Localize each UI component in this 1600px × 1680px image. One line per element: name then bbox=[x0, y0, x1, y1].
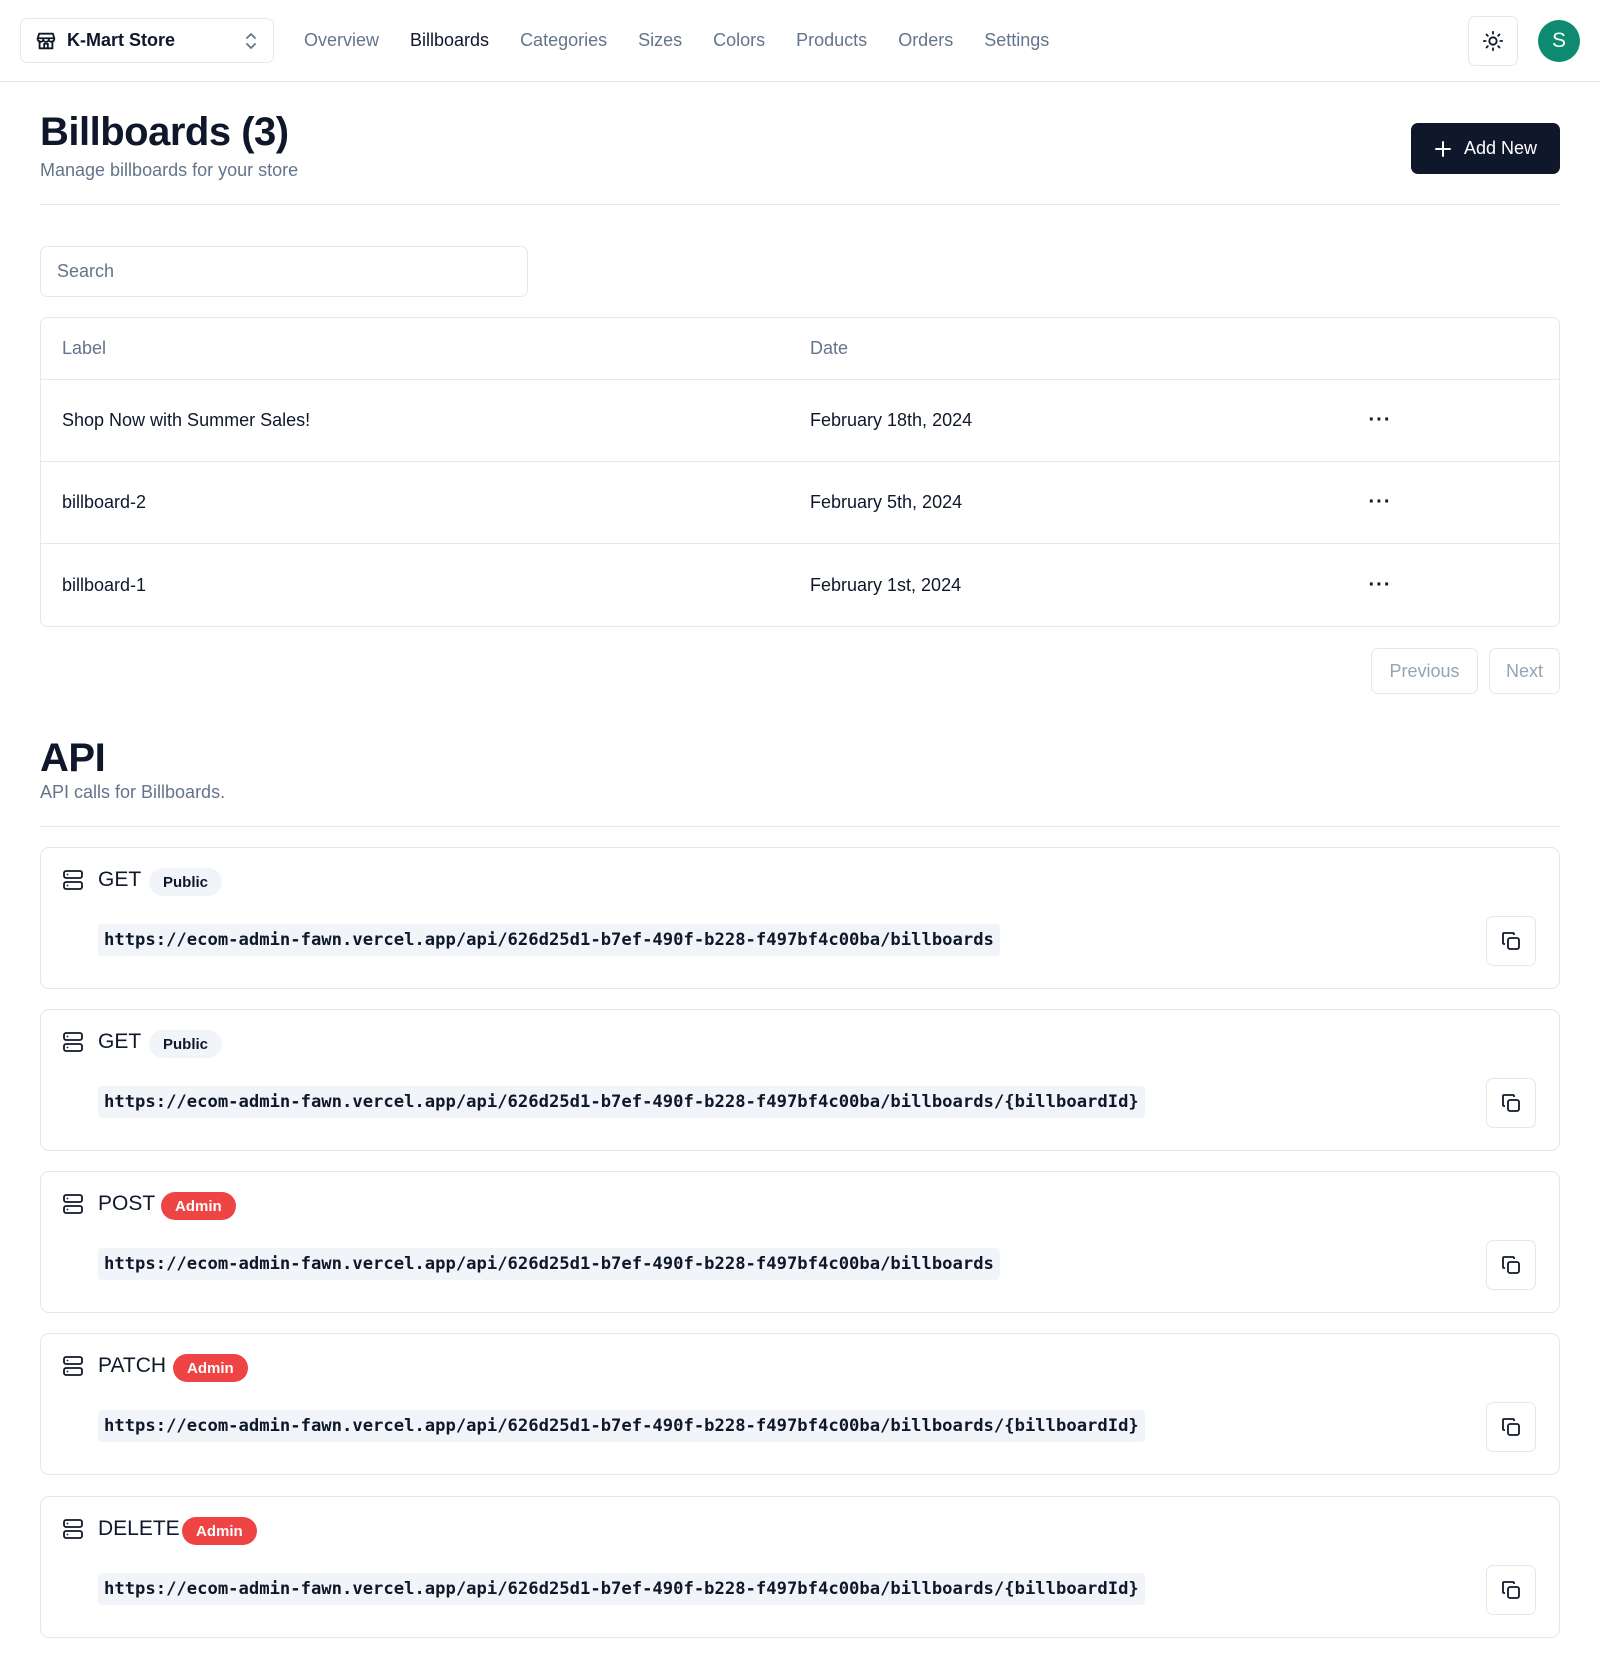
api-alert-card: POST Admin https://ecom-admin-fawn.verce… bbox=[40, 1171, 1560, 1313]
nav-overview[interactable]: Overview bbox=[304, 26, 379, 54]
divider bbox=[40, 204, 1560, 205]
server-icon bbox=[63, 1519, 83, 1539]
copy-icon bbox=[1502, 1418, 1520, 1436]
row-label: Shop Now with Summer Sales! bbox=[62, 410, 311, 430]
access-badge: Admin bbox=[173, 1354, 248, 1382]
access-badge: Admin bbox=[182, 1517, 257, 1545]
copy-button[interactable] bbox=[1486, 1402, 1536, 1452]
row-label: billboard-2 bbox=[62, 492, 147, 512]
column-header-date[interactable]: Date bbox=[810, 338, 1360, 359]
row-label: billboard-1 bbox=[62, 574, 147, 595]
server-icon bbox=[63, 870, 83, 890]
search-input[interactable] bbox=[40, 246, 528, 297]
page-description: Manage billboards for your store bbox=[40, 160, 299, 180]
access-badge: Public bbox=[149, 868, 223, 896]
next-page-button[interactable]: Next bbox=[1489, 648, 1560, 694]
nav-billboards[interactable]: Billboards bbox=[410, 26, 489, 54]
http-method: DELETE bbox=[98, 1517, 180, 1540]
api-url: https://ecom-admin-fawn.vercel.app/api/6… bbox=[98, 924, 1000, 956]
http-method: PATCH bbox=[98, 1354, 167, 1377]
chevrons-up-down-icon bbox=[243, 31, 259, 51]
billboards-table: Label Date Shop Now with Summer Sales! F… bbox=[40, 317, 1560, 627]
http-method: GET bbox=[98, 868, 142, 891]
http-method: GET bbox=[98, 1030, 142, 1053]
store-icon bbox=[35, 30, 57, 52]
api-url: https://ecom-admin-fawn.vercel.app/api/6… bbox=[98, 1086, 1145, 1118]
api-url: https://ecom-admin-fawn.vercel.app/api/6… bbox=[98, 1573, 1145, 1605]
row-date: February 18th, 2024 bbox=[810, 410, 973, 430]
table-row: billboard-1 February 1st, 2024 ··· bbox=[41, 544, 1559, 626]
server-icon bbox=[63, 1032, 83, 1052]
table-row: Shop Now with Summer Sales! February 18t… bbox=[41, 380, 1559, 462]
api-url: https://ecom-admin-fawn.vercel.app/api/6… bbox=[98, 1410, 1145, 1442]
add-new-label: Add New bbox=[1463, 138, 1538, 158]
row-actions-menu-icon[interactable]: ··· bbox=[1360, 574, 1400, 597]
row-actions-menu-icon[interactable]: ··· bbox=[1360, 409, 1400, 432]
nav-products[interactable]: Products bbox=[796, 26, 867, 54]
row-date: February 5th, 2024 bbox=[810, 492, 963, 512]
theme-toggle-button[interactable] bbox=[1468, 16, 1518, 66]
copy-icon bbox=[1502, 1256, 1520, 1274]
copy-button[interactable] bbox=[1486, 1078, 1536, 1128]
plus-icon bbox=[1434, 140, 1451, 157]
api-section-description: API calls for Billboards. bbox=[40, 782, 226, 802]
server-icon bbox=[63, 1356, 83, 1376]
page-title: Billboards (3) bbox=[40, 110, 289, 154]
column-header-label[interactable]: Label bbox=[41, 338, 810, 359]
nav-orders[interactable]: Orders bbox=[898, 26, 953, 54]
server-icon bbox=[63, 1194, 83, 1214]
nav-categories[interactable]: Categories bbox=[520, 26, 607, 54]
nav-settings[interactable]: Settings bbox=[984, 26, 1049, 54]
api-url: https://ecom-admin-fawn.vercel.app/api/6… bbox=[98, 1248, 1000, 1280]
copy-icon bbox=[1502, 932, 1520, 950]
api-alert-card: PATCH Admin https://ecom-admin-fawn.verc… bbox=[40, 1333, 1560, 1475]
api-alert-card: DELETE Admin https://ecom-admin-fawn.ver… bbox=[40, 1496, 1560, 1638]
user-avatar[interactable]: S bbox=[1538, 20, 1580, 62]
row-actions-menu-icon[interactable]: ··· bbox=[1360, 491, 1400, 514]
top-navbar: K-Mart Store Overview Billboards Categor… bbox=[0, 0, 1600, 82]
copy-icon bbox=[1502, 1094, 1520, 1112]
main-nav: Overview Billboards Categories Sizes Col… bbox=[304, 26, 1080, 54]
table-row: billboard-2 February 5th, 2024 ··· bbox=[41, 462, 1559, 544]
nav-colors[interactable]: Colors bbox=[713, 26, 765, 54]
table-header: Label Date bbox=[41, 318, 1559, 380]
previous-page-button[interactable]: Previous bbox=[1371, 648, 1478, 694]
access-badge: Public bbox=[149, 1030, 223, 1058]
sun-icon bbox=[1482, 30, 1504, 52]
copy-icon bbox=[1502, 1581, 1520, 1599]
divider bbox=[40, 826, 1560, 827]
nav-sizes[interactable]: Sizes bbox=[638, 26, 682, 54]
api-alert-card: GET Public https://ecom-admin-fawn.verce… bbox=[40, 1009, 1560, 1151]
copy-button[interactable] bbox=[1486, 916, 1536, 966]
access-badge: Admin bbox=[161, 1192, 236, 1220]
store-switcher[interactable]: K-Mart Store bbox=[20, 18, 274, 63]
http-method: POST bbox=[98, 1192, 156, 1215]
store-name: K-Mart Store bbox=[67, 30, 176, 50]
row-date: February 1st, 2024 bbox=[810, 574, 962, 595]
add-new-button[interactable]: Add New bbox=[1411, 123, 1560, 174]
copy-button[interactable] bbox=[1486, 1565, 1536, 1615]
copy-button[interactable] bbox=[1486, 1240, 1536, 1290]
api-section-title: API bbox=[40, 736, 106, 780]
api-alert-card: GET Public https://ecom-admin-fawn.verce… bbox=[40, 847, 1560, 989]
